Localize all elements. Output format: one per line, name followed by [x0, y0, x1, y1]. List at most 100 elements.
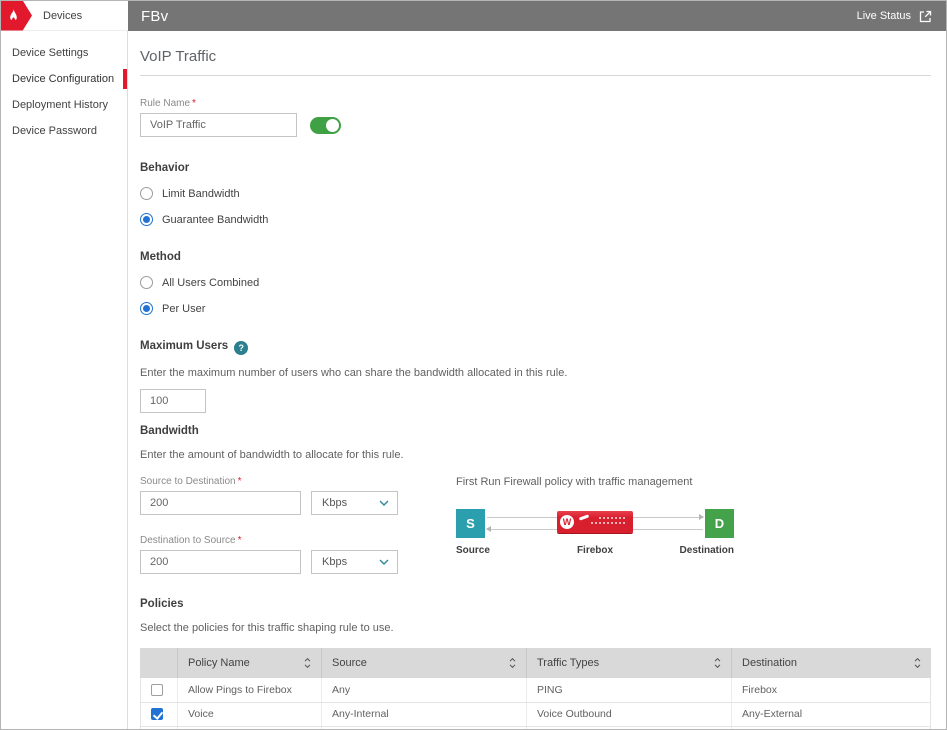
cell-policy-name: Voice [178, 702, 322, 726]
sidebar-item-deployment-history[interactable]: Deployment History [1, 92, 127, 118]
top-row: Devices FBv Live Status [1, 1, 946, 31]
row-checkbox[interactable] [151, 684, 163, 696]
radio-label: All Users Combined [162, 277, 259, 289]
firebox-vents [591, 522, 625, 524]
rule-name-input[interactable] [140, 113, 297, 137]
source-node: S [456, 509, 485, 538]
radio-label: Guarantee Bandwidth [162, 214, 268, 226]
source-to-destination-label: Source to Destination* [140, 476, 408, 487]
source-node-label: Source [456, 545, 490, 556]
diagram-graphic: S W D Source Firebox Destination [456, 509, 734, 561]
sort-icon[interactable] [714, 657, 721, 669]
table-row: Voice Any-Internal Voice Outbound Any-Ex… [141, 702, 931, 726]
radio-icon[interactable] [140, 276, 153, 289]
main-content: VoIP Traffic Rule Name* Behavior Limit B… [128, 31, 946, 729]
row-checkbox[interactable] [151, 708, 163, 720]
destination-to-source-unit-select[interactable]: Kbps [311, 550, 398, 574]
radio-icon[interactable] [140, 187, 153, 200]
rule-name-label: Rule Name* [140, 98, 931, 109]
rule-enabled-toggle[interactable] [310, 117, 341, 134]
source-to-destination-input[interactable] [140, 491, 301, 515]
destination-to-source-controls: Kbps [140, 550, 408, 574]
column-header-destination[interactable]: Destination [732, 648, 931, 678]
radio-guarantee-bandwidth[interactable]: Guarantee Bandwidth [140, 213, 931, 226]
chevron-down-icon [379, 559, 389, 565]
cell-traffic-types: Voice Outbound [527, 702, 732, 726]
page-title: VoIP Traffic [140, 48, 931, 76]
flame-icon [8, 9, 19, 23]
bandwidth-diagram-wrap: Source to Destination* Kbps Destin [140, 461, 931, 574]
required-asterisk: * [238, 535, 242, 546]
destination-to-source-input[interactable] [140, 550, 301, 574]
firebox-vents [599, 517, 625, 519]
table-row: Allow Pings to Firebox Any PING Firebox [141, 678, 931, 702]
source-to-destination-field: Source to Destination* Kbps [140, 476, 408, 515]
sidebar-item-device-password[interactable]: Device Password [1, 118, 127, 144]
column-header-source[interactable]: Source [322, 648, 527, 678]
radio-all-users-combined[interactable]: All Users Combined [140, 276, 931, 289]
radio-icon[interactable] [140, 213, 153, 226]
column-header-traffic-types[interactable]: Traffic Types [527, 648, 732, 678]
radio-icon[interactable] [140, 302, 153, 315]
destination-node: D [705, 509, 734, 538]
device-title: FBv [141, 8, 168, 25]
column-header-policy-name[interactable]: Policy Name [178, 648, 322, 678]
bandwidth-fields: Source to Destination* Kbps Destin [140, 461, 408, 574]
help-icon[interactable]: ? [234, 341, 248, 355]
bandwidth-description: Enter the amount of bandwidth to allocat… [140, 449, 931, 461]
sort-icon[interactable] [914, 657, 921, 669]
method-heading: Method [140, 251, 931, 263]
destination-node-label: Destination [680, 545, 734, 556]
destination-to-source-label: Destination to Source* [140, 535, 408, 546]
watchguard-w-badge: W [560, 515, 574, 529]
brand-label: Devices [43, 10, 82, 22]
select-column-header [141, 648, 178, 678]
sidebar-item-device-settings[interactable]: Device Settings [1, 40, 127, 66]
arrow-right-icon [699, 514, 704, 520]
sidebar-header: Devices [1, 1, 128, 31]
policies-heading: Policies [140, 598, 931, 610]
cell-traffic-types: PING [527, 678, 732, 702]
radio-label: Per User [162, 303, 205, 315]
app-window: Devices FBv Live Status Device Settings … [0, 0, 947, 730]
cell-destination: Firebox [732, 678, 931, 702]
required-asterisk: * [192, 98, 196, 109]
chevron-down-icon [379, 500, 389, 506]
sort-icon[interactable] [509, 657, 516, 669]
destination-to-source-field: Destination to Source* Kbps [140, 535, 408, 574]
radio-per-user[interactable]: Per User [140, 302, 931, 315]
unit-value: Kbps [322, 556, 347, 568]
rule-name-row [140, 113, 931, 137]
traffic-diagram: First Run Firewall policy with traffic m… [456, 461, 734, 574]
arrow-left-icon [486, 526, 491, 532]
toggle-knob [326, 119, 339, 132]
unit-value: Kbps [322, 497, 347, 509]
sidebar-item-device-configuration[interactable]: Device Configuration [1, 66, 127, 92]
bandwidth-heading: Bandwidth [140, 425, 931, 437]
cell-policy-name: Allow Pings to Firebox [178, 678, 322, 702]
external-link-icon [919, 10, 932, 23]
source-to-destination-unit-select[interactable]: Kbps [311, 491, 398, 515]
cell-traffic-types: HTTPS [527, 726, 732, 729]
cell-policy-name: WatchGuard Threat Detectio... [178, 726, 322, 729]
body-row: Device Settings Device Configuration Dep… [1, 31, 946, 729]
source-to-destination-controls: Kbps [140, 491, 408, 515]
table-row: WatchGuard Threat Detectio... Any-Intern… [141, 726, 931, 729]
cell-source: Any-Internal [322, 702, 527, 726]
radio-label: Limit Bandwidth [162, 188, 240, 200]
required-asterisk: * [238, 476, 242, 487]
maximum-users-input[interactable] [140, 389, 206, 413]
cell-source: Any [322, 678, 527, 702]
live-status-button[interactable]: Live Status [857, 10, 932, 23]
sort-icon[interactable] [304, 657, 311, 669]
live-status-label: Live Status [857, 10, 911, 22]
sidebar: Device Settings Device Configuration Dep… [1, 31, 128, 729]
radio-limit-bandwidth[interactable]: Limit Bandwidth [140, 187, 931, 200]
maximum-users-heading: Maximum Users? [140, 340, 931, 355]
maximum-users-description: Enter the maximum number of users who ca… [140, 367, 931, 379]
firebox-node-label: Firebox [577, 545, 613, 556]
firebox-slash-mark [579, 514, 589, 520]
behavior-heading: Behavior [140, 162, 931, 174]
topbar: FBv Live Status [128, 1, 946, 31]
policies-table: Policy Name Source Traffic Types Destina… [140, 648, 931, 729]
